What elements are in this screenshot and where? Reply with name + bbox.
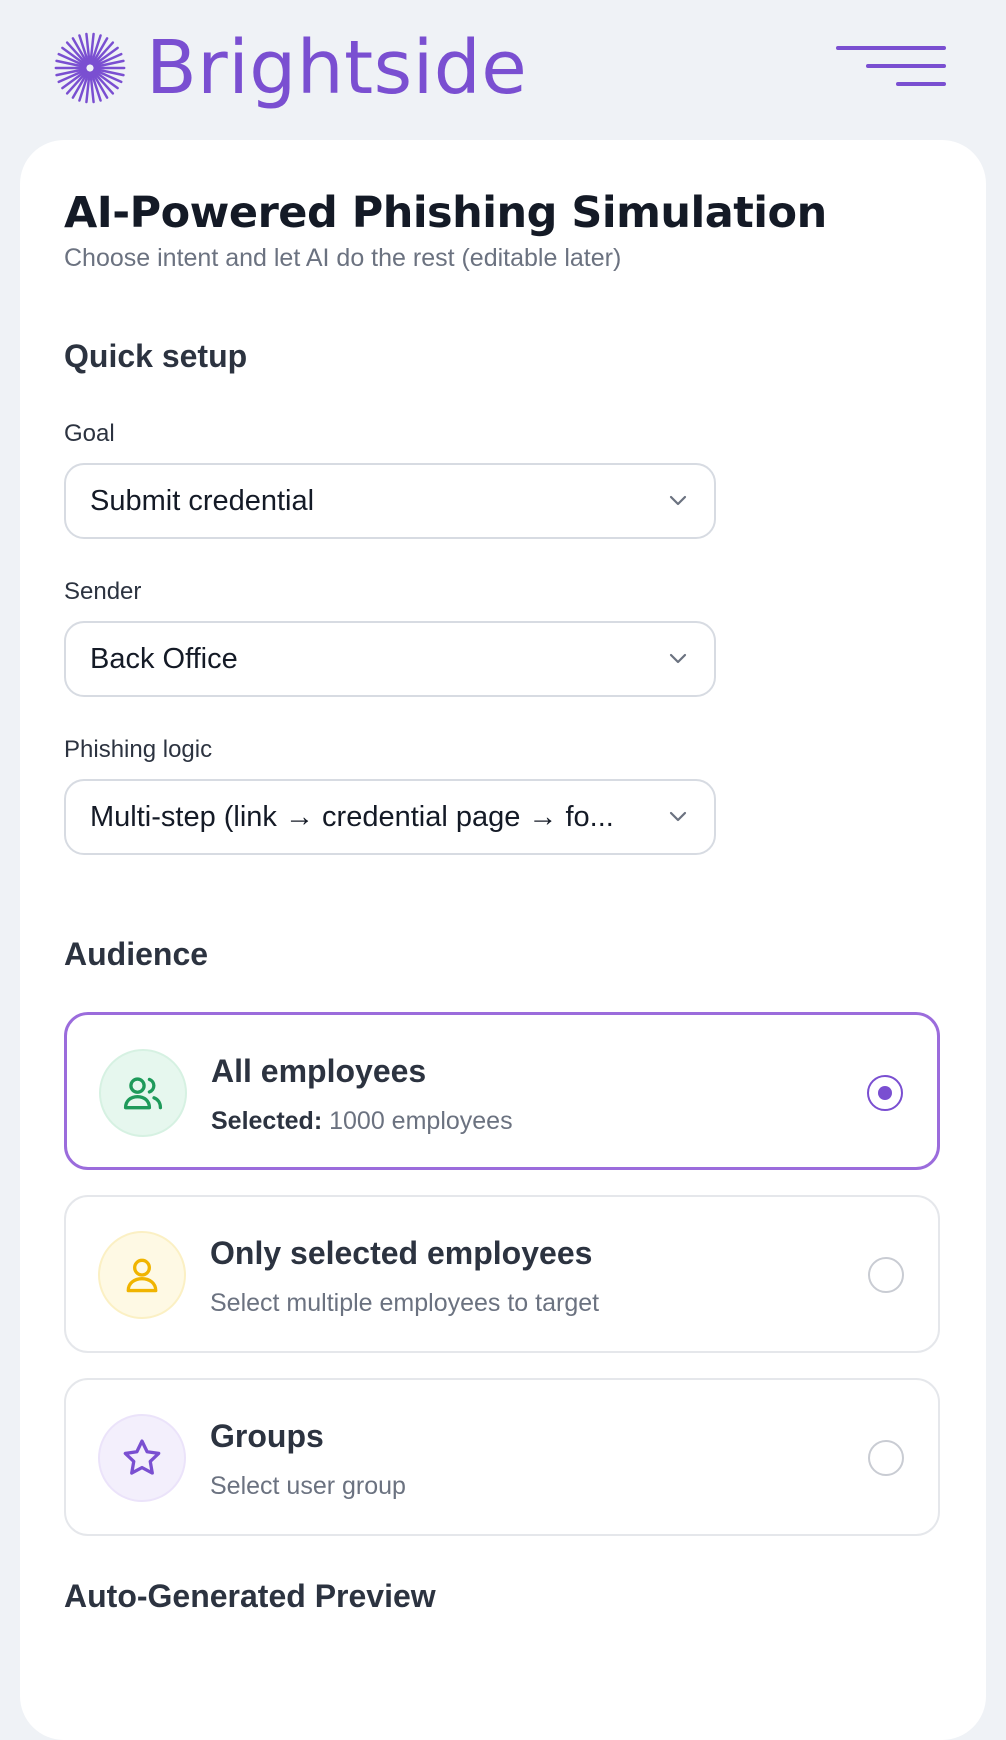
hamburger-menu-icon[interactable]	[836, 46, 958, 94]
sender-label: Sender	[64, 578, 142, 605]
quick-setup-heading: Quick setup	[64, 338, 248, 374]
phishing-logic-value: Multi-step (link → credential page → fo.…	[90, 801, 614, 833]
option-title: Only selected employees	[210, 1235, 593, 1271]
phishing-logic-label: Phishing logic	[64, 736, 213, 763]
option-title: Groups	[210, 1418, 324, 1454]
goal-value: Submit credential	[90, 485, 315, 517]
audience-option-groups[interactable]: Groups Select user group	[64, 1378, 940, 1536]
brand-name: Brightside	[146, 25, 528, 111]
audience-option-selected-employees[interactable]: Only selected employees Select multiple …	[64, 1195, 940, 1353]
radio-button[interactable]	[868, 1257, 904, 1293]
goal-label: Goal	[64, 420, 115, 447]
app-header: Brightside	[0, 0, 1006, 140]
radio-button[interactable]	[868, 1440, 904, 1476]
page-subtitle: Choose intent and let AI do the rest (ed…	[64, 244, 622, 272]
brand-logo[interactable]: Brightside	[52, 28, 527, 108]
chevron-down-icon	[669, 653, 687, 664]
star-icon	[98, 1414, 186, 1502]
sunburst-logo-icon	[54, 32, 126, 104]
audience-heading: Audience	[64, 936, 209, 972]
sender-value: Back Office	[90, 643, 238, 675]
phishing-logic-select[interactable]: Multi-step (link → credential page → fo.…	[64, 779, 716, 855]
page-title: AI-Powered Phishing Simulation	[64, 188, 827, 238]
chevron-down-icon	[669, 495, 687, 506]
chevron-down-icon	[669, 811, 687, 822]
user-icon	[98, 1231, 186, 1319]
preview-heading: Auto-Generated Preview	[64, 1578, 436, 1614]
audience-option-all-employees[interactable]: All employees Selected: 1000 employees	[64, 1012, 940, 1170]
radio-button-selected[interactable]	[867, 1075, 903, 1111]
selected-count-prefix: Selected:	[211, 1107, 323, 1135]
users-icon	[99, 1049, 187, 1137]
option-subtitle: Select user group	[210, 1472, 406, 1500]
option-title: All employees	[211, 1053, 427, 1089]
main-card: AI-Powered Phishing Simulation Choose in…	[20, 140, 986, 1740]
option-subtitle: Selected: 1000 employees	[211, 1107, 513, 1136]
sender-select[interactable]: Back Office	[64, 621, 716, 697]
goal-select[interactable]: Submit credential	[64, 463, 716, 539]
option-subtitle: Select multiple employees to target	[210, 1289, 600, 1317]
selected-count: 1000 employees	[329, 1107, 513, 1135]
